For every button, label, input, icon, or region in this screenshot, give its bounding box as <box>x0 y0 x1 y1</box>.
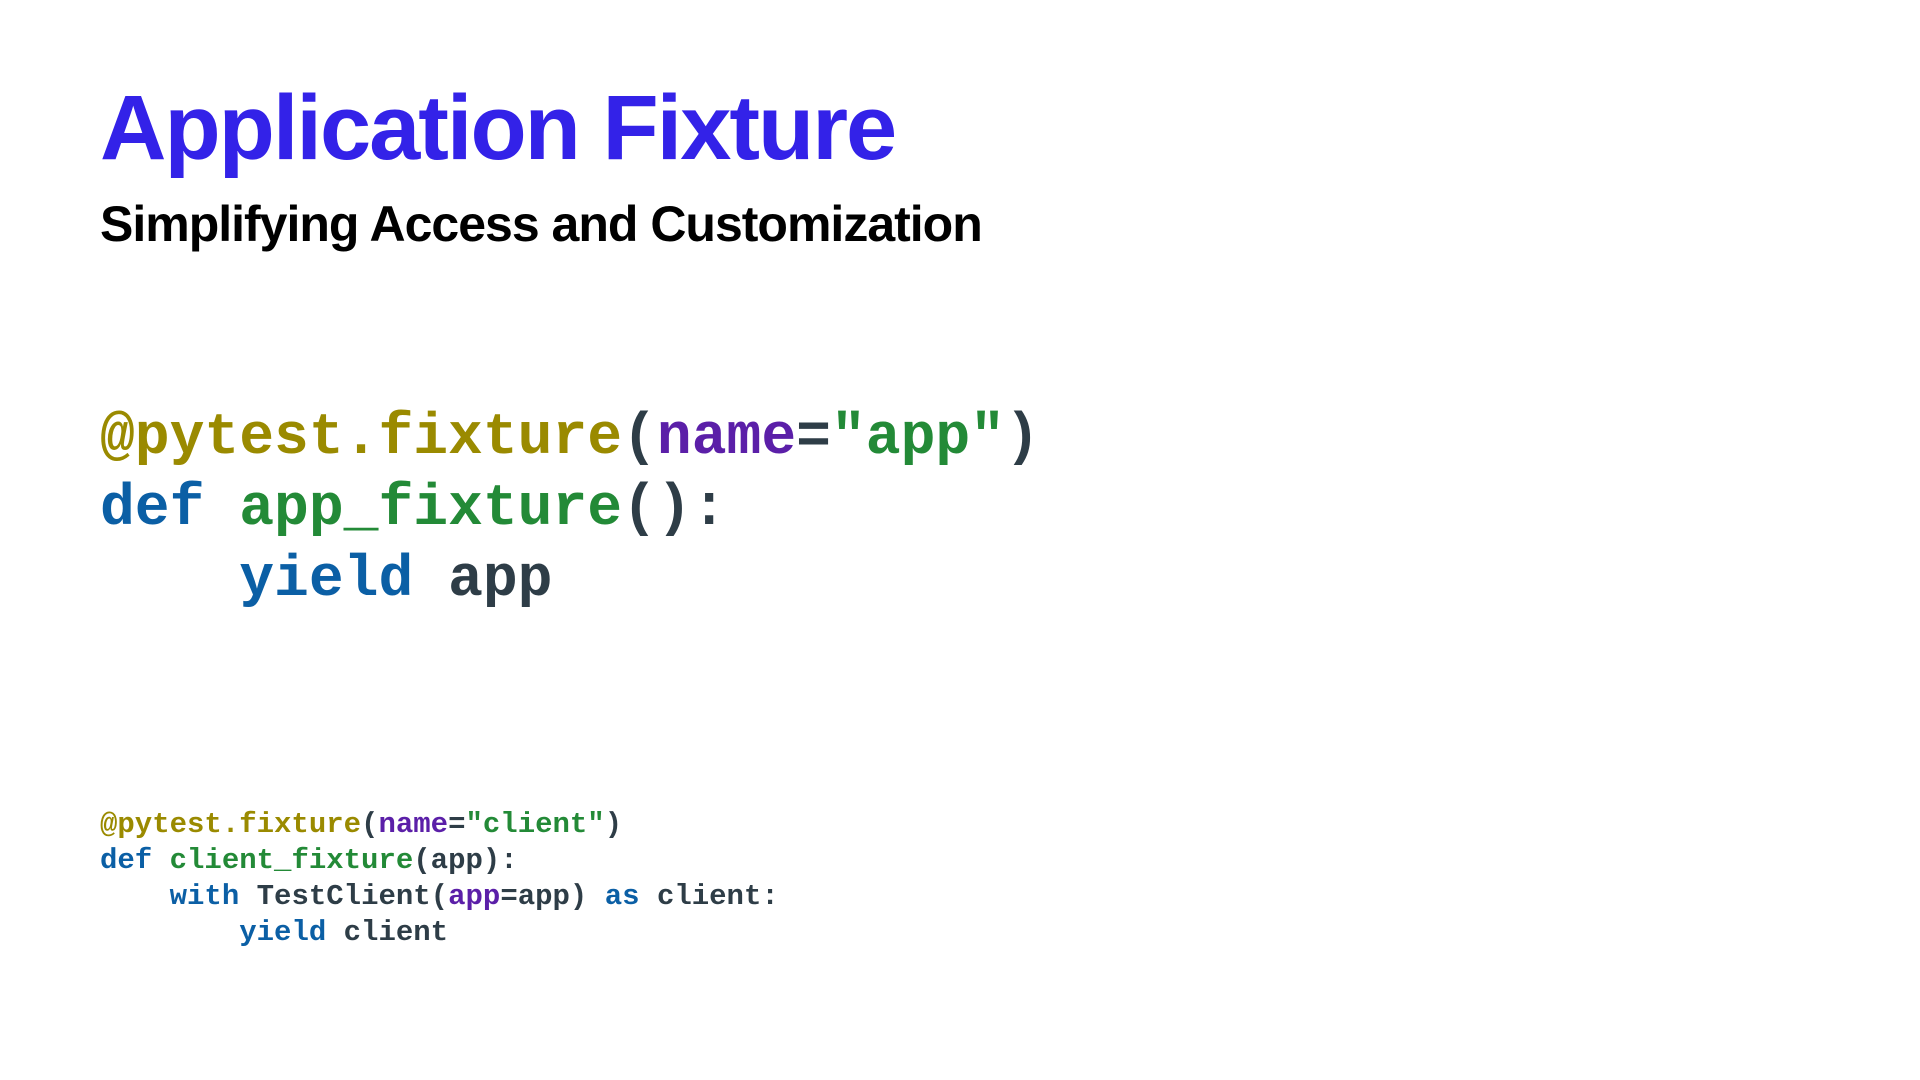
code-token: = <box>796 406 831 471</box>
code-token <box>100 916 239 949</box>
code-token: TestClient( <box>239 880 448 913</box>
code-token: yield <box>239 548 413 613</box>
code-token: ) <box>1005 406 1040 471</box>
code-token: client: <box>640 880 779 913</box>
code-token <box>204 477 239 542</box>
code-token: name <box>378 808 448 841</box>
code-token: ( <box>361 808 378 841</box>
slide-title: Application Fixture <box>100 80 1820 177</box>
code-token: app_fixture <box>239 477 622 542</box>
slide-subtitle: Simplifying Access and Customization <box>100 195 1820 253</box>
code-token: yield <box>239 916 326 949</box>
code-token: ) <box>605 808 622 841</box>
code-token: app <box>413 548 552 613</box>
code-token: "app" <box>831 406 1005 471</box>
code-token: "client" <box>465 808 604 841</box>
code-token: app <box>448 880 500 913</box>
code-token: ( <box>622 406 657 471</box>
code-token: @pytest.fixture <box>100 406 622 471</box>
code-token: client <box>326 916 448 949</box>
code-token: = <box>448 808 465 841</box>
code-token: as <box>605 880 640 913</box>
code-token: (): <box>622 477 726 542</box>
code-token <box>100 880 170 913</box>
code-block-client-fixture: @pytest.fixture(name="client") def clien… <box>100 807 1820 952</box>
code-token: with <box>170 880 240 913</box>
code-token: def <box>100 477 204 542</box>
code-token <box>100 548 239 613</box>
code-token <box>152 844 169 877</box>
code-block-app-fixture: @pytest.fixture(name="app") def app_fixt… <box>100 403 1820 617</box>
code-token: (app): <box>413 844 517 877</box>
code-token: @pytest.fixture <box>100 808 361 841</box>
code-token: def <box>100 844 152 877</box>
code-token: =app) <box>500 880 604 913</box>
code-token: name <box>657 406 796 471</box>
code-token: client_fixture <box>170 844 414 877</box>
